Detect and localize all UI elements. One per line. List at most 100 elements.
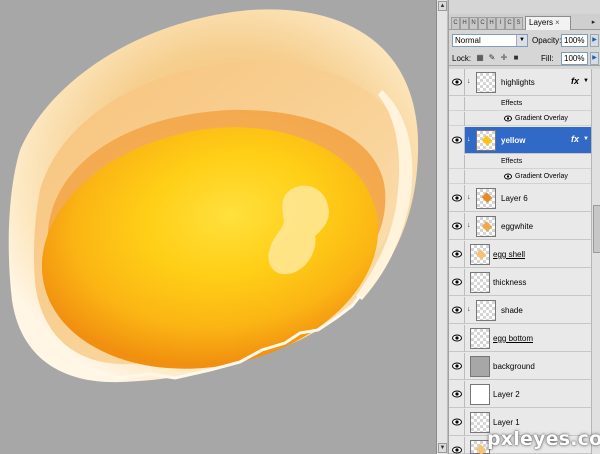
layer-thumbnail — [470, 272, 490, 293]
layer-name: highlights — [501, 78, 535, 87]
visibility-toggle[interactable] — [449, 409, 465, 436]
opacity-input[interactable]: 100% — [561, 34, 588, 47]
lock-image-icon[interactable]: ✎ — [487, 53, 497, 63]
eye-icon[interactable] — [452, 278, 462, 286]
eye-icon[interactable] — [452, 334, 462, 342]
document-canvas[interactable] — [0, 0, 436, 454]
layer-name: Layer 6 — [501, 194, 528, 203]
visibility-toggle[interactable] — [449, 241, 465, 268]
egg-artwork — [8, 9, 419, 383]
eye-icon[interactable] — [504, 173, 512, 180]
lock-all-icon[interactable]: ■ — [511, 53, 521, 63]
layers-panel: C H N C H I C S Layers × ▸ Normal ▼ Opaci… — [448, 0, 600, 454]
layer-row-egg-bottom[interactable]: egg bottom — [449, 325, 591, 352]
visibility-toggle[interactable] — [449, 69, 465, 96]
layer-thumbnail — [470, 384, 490, 405]
eye-icon[interactable] — [452, 306, 462, 314]
panel-tab-8[interactable]: S — [514, 17, 523, 29]
eye-icon[interactable] — [452, 194, 462, 202]
eye-icon[interactable] — [452, 222, 462, 230]
visibility-toggle[interactable] — [449, 297, 465, 324]
gradient-overlay-label: Gradient Overlay — [515, 115, 568, 122]
tab-layers[interactable]: Layers × — [525, 16, 571, 30]
eye-icon[interactable] — [452, 78, 462, 86]
visibility-toggle[interactable] — [449, 437, 465, 454]
gradient-overlay-row[interactable]: Gradient Overlay — [449, 112, 591, 126]
layer-row-layer-6[interactable]: ↓ Layer 6 — [449, 185, 591, 212]
layer-name: thickness — [493, 278, 527, 287]
panel-tab-1[interactable]: C — [451, 17, 460, 29]
blend-mode-value: Normal — [455, 36, 481, 45]
panel-tab-6[interactable]: I — [496, 17, 505, 29]
panel-menu-icon[interactable]: ▸ — [588, 17, 599, 28]
visibility-toggle[interactable] — [449, 127, 465, 154]
effects-row[interactable]: Effects — [449, 155, 591, 169]
scroll-up-button[interactable]: ▲ — [438, 1, 447, 11]
clipping-arrow-icon: ↓ — [467, 194, 471, 201]
gradient-overlay-row[interactable]: Gradient Overlay — [449, 170, 591, 184]
overlay-visibility-toggle[interactable] — [449, 170, 465, 184]
effects-row[interactable]: Effects — [449, 97, 591, 111]
layer-row-egg-shell[interactable]: egg shell — [449, 241, 591, 268]
layer-row-highlights[interactable]: ↓ highlights fx ▼ — [449, 69, 591, 96]
eye-icon[interactable] — [452, 418, 462, 426]
chevron-down-icon[interactable]: ▼ — [516, 35, 527, 46]
expand-arrow-icon[interactable]: ▼ — [583, 136, 589, 142]
blend-mode-select[interactable]: Normal ▼ — [452, 34, 528, 47]
layer-thumbnail — [476, 216, 496, 237]
effects-visibility-toggle[interactable] — [449, 155, 465, 169]
layer-row-layer-2[interactable]: Layer 2 — [449, 381, 591, 408]
layer-thumbnail — [476, 300, 496, 321]
layer-name: egg bottom — [493, 334, 534, 343]
layer-row-eggwhite[interactable]: ↓ eggwhite — [449, 213, 591, 240]
canvas-vertical-scrollbar[interactable]: ▲ ▼ — [436, 0, 448, 454]
visibility-toggle[interactable] — [449, 185, 465, 212]
expand-arrow-icon[interactable]: ▼ — [583, 78, 589, 84]
visibility-toggle[interactable] — [449, 353, 465, 380]
thumbnail-content — [481, 192, 493, 203]
layer-name: yellow — [501, 136, 526, 145]
fx-icon[interactable]: fx — [571, 76, 579, 86]
lock-position-icon[interactable]: ✛ — [499, 53, 509, 63]
eye-icon[interactable] — [452, 136, 462, 144]
fill-label: Fill: — [541, 54, 554, 63]
scroll-down-button[interactable]: ▼ — [438, 443, 447, 453]
layer-name: background — [493, 362, 535, 371]
layer-row-thickness[interactable]: thickness — [449, 269, 591, 296]
lock-transparent-icon[interactable]: ▦ — [475, 53, 485, 63]
visibility-toggle[interactable] — [449, 381, 465, 408]
fill-input[interactable]: 100% — [561, 52, 588, 65]
fill-slider-arrow-icon[interactable]: ▶ — [590, 52, 599, 65]
effects-visibility-toggle[interactable] — [449, 97, 465, 111]
panel-tab-4[interactable]: C — [478, 17, 487, 29]
layer-name: egg shell — [493, 250, 526, 259]
visibility-toggle[interactable] — [449, 325, 465, 352]
visibility-toggle[interactable] — [449, 269, 465, 296]
panel-tab-5[interactable]: H — [487, 17, 496, 29]
panel-tab-7[interactable]: C — [505, 17, 514, 29]
layer-row-shade[interactable]: ↓ shade — [449, 297, 591, 324]
layer-row-yellow[interactable]: ↓ yellow fx ▼ — [449, 127, 591, 154]
opacity-slider-arrow-icon[interactable]: ▶ — [590, 34, 599, 47]
layer-name: Layer 1 — [493, 418, 520, 427]
panel-tab-2[interactable]: H — [460, 17, 469, 29]
watermark: pxleyes.com — [487, 428, 600, 450]
eye-icon[interactable] — [452, 250, 462, 258]
overlay-visibility-toggle[interactable] — [449, 112, 465, 126]
layer-name: eggwhite — [501, 222, 534, 231]
visibility-toggle[interactable] — [449, 213, 465, 240]
layer-row-background[interactable]: background — [449, 353, 591, 380]
effects-label: Effects — [501, 100, 523, 107]
eye-icon[interactable] — [452, 390, 462, 398]
eye-icon[interactable] — [452, 362, 462, 370]
layers-list-scrollbar[interactable] — [591, 69, 600, 454]
fx-icon[interactable]: fx — [571, 134, 579, 144]
layers-list[interactable]: ↓ highlights fx ▼ Effects Gradient Overl… — [449, 69, 600, 454]
clipping-arrow-icon: ↓ — [467, 78, 471, 85]
eye-icon[interactable] — [452, 446, 462, 454]
scroll-thumb[interactable] — [593, 205, 600, 253]
panel-tab-3[interactable]: N — [469, 17, 478, 29]
thumbnail-content — [481, 135, 493, 146]
close-icon[interactable]: × — [555, 18, 560, 27]
eye-icon[interactable] — [504, 115, 512, 122]
